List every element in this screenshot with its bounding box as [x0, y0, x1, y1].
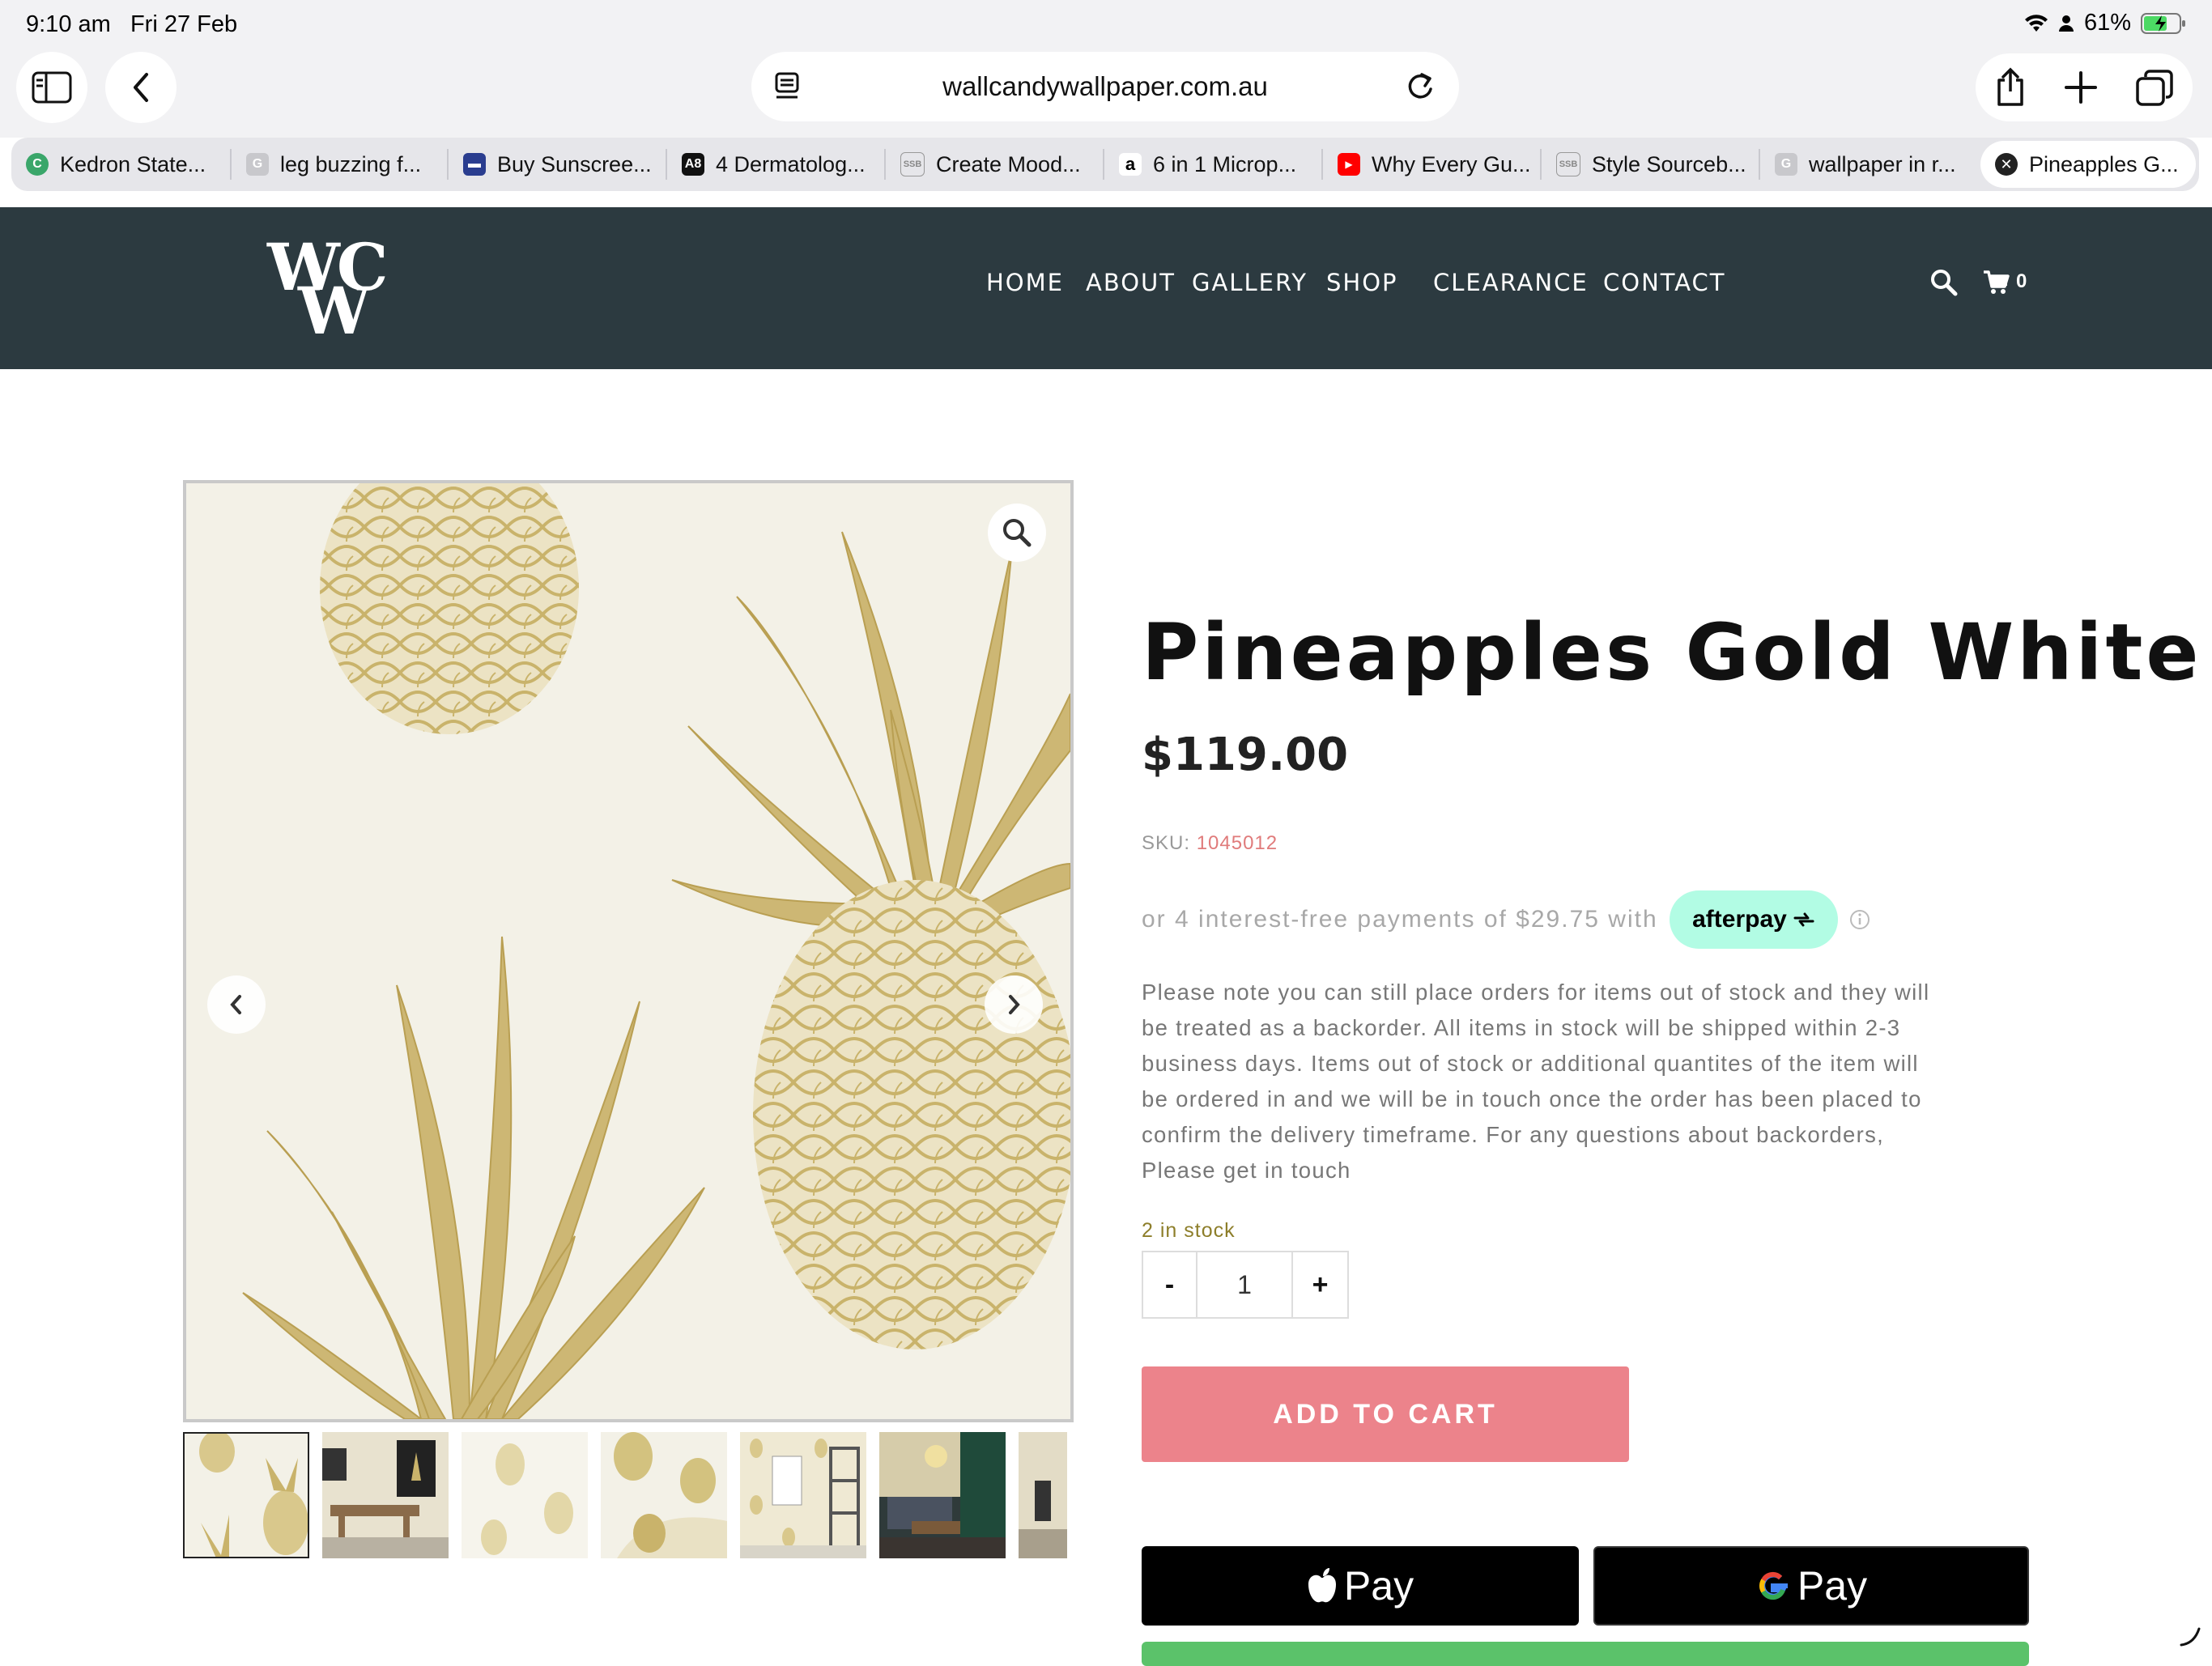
gallery-thumbnail[interactable]: [879, 1432, 1006, 1558]
gallery-thumbnail[interactable]: [322, 1432, 449, 1558]
cart-count: 0: [2016, 270, 2027, 292]
nav-about[interactable]: ABOUT: [1086, 269, 1176, 296]
cart-icon[interactable]: [1982, 269, 2010, 296]
url-text[interactable]: wallcandywallpaper.com.au: [751, 52, 1459, 121]
google-g-icon: [1759, 1571, 1788, 1600]
chevron-left-icon: [230, 995, 241, 1014]
quantity-increase-button[interactable]: +: [1293, 1252, 1347, 1317]
tab-item[interactable]: C Kedron State...: [11, 141, 230, 188]
afterpay-row: or 4 interest-free payments of $29.75 wi…: [1142, 890, 1870, 949]
status-bar: 9:10 am Fri 27 Feb 61%: [0, 0, 2212, 50]
status-time: 9:10 am Fri 27 Feb: [26, 11, 238, 37]
nav-contact[interactable]: CONTACT: [1603, 269, 1726, 296]
zoom-button[interactable]: [988, 504, 1046, 562]
nav-shop[interactable]: SHOP: [1326, 269, 1398, 296]
ssb-favicon-icon: SSB: [900, 152, 925, 176]
nav-clearance[interactable]: CLEARANCE: [1433, 269, 1589, 296]
address-bar[interactable]: wallcandywallpaper.com.au: [751, 52, 1459, 121]
tab-item[interactable]: SSB Style Sourceb...: [1542, 141, 1759, 188]
gallery-prev-button[interactable]: [207, 975, 266, 1034]
status-icons: 61%: [2024, 10, 2186, 36]
tab-overview-icon[interactable]: [2135, 69, 2174, 106]
a8-favicon-icon: A8: [682, 153, 704, 176]
nav-gallery[interactable]: GALLERY: [1192, 269, 1308, 296]
gallery-thumbnail[interactable]: [740, 1432, 866, 1558]
tab-item[interactable]: SSB Create Mood...: [886, 141, 1103, 188]
battery-percent: 61%: [2083, 10, 2131, 36]
chevron-left-icon: [134, 73, 148, 102]
afterpay-arrows-icon: [1793, 912, 1814, 927]
nav-home[interactable]: HOME: [986, 269, 1064, 296]
share-icon[interactable]: [1994, 67, 2027, 108]
more-payment-button[interactable]: [1142, 1642, 2029, 1666]
new-tab-icon[interactable]: [2064, 70, 2098, 104]
google-favicon-icon: G: [1775, 153, 1797, 176]
scroll-indicator-icon: [2180, 1627, 2201, 1647]
gallery-thumbnail[interactable]: [601, 1432, 727, 1558]
magnifier-icon: [1003, 519, 1032, 547]
sidebar-icon: [32, 71, 72, 104]
google-pay-button[interactable]: Pay: [1593, 1546, 2029, 1626]
tab-item[interactable]: A8 4 Dermatolog...: [667, 141, 884, 188]
battery-charging-icon: [2141, 12, 2185, 34]
youtube-favicon-icon: ▶: [1338, 153, 1360, 176]
stock-status: 2 in stock: [1142, 1219, 1236, 1242]
wifi-icon: [2024, 14, 2048, 32]
tab-item[interactable]: Gleg buzzing f...: [232, 141, 447, 188]
back-button[interactable]: [105, 52, 177, 123]
backorder-notice: Please note you can still place orders f…: [1142, 980, 1930, 1183]
afterpay-logo[interactable]: afterpay: [1669, 890, 1838, 949]
tab-item[interactable]: Gwallpaper in r...: [1760, 141, 1977, 188]
product-price: $119.00: [1142, 729, 1349, 781]
info-icon[interactable]: [1849, 909, 1870, 930]
store-favicon-icon: ▬: [463, 153, 486, 176]
reload-icon[interactable]: [1404, 70, 1436, 104]
quantity-input[interactable]: 1: [1197, 1252, 1294, 1317]
gallery-next-button[interactable]: [985, 975, 1043, 1034]
chevron-right-icon: [1009, 995, 1020, 1014]
gallery-thumbnail[interactable]: [183, 1432, 309, 1558]
toolbar-actions: [1976, 53, 2193, 121]
product-main-image[interactable]: [183, 480, 1074, 1422]
tab-bar: C Kedron State... Gleg buzzing f... ▬ Buy …: [11, 138, 2199, 191]
google-favicon-icon: G: [246, 153, 269, 176]
ssb-favicon-icon: SSB: [1556, 152, 1580, 176]
quantity-stepper: - 1 +: [1142, 1251, 1349, 1319]
site-logo[interactable]: WC W: [267, 235, 397, 343]
quantity-decrease-button[interactable]: -: [1143, 1252, 1197, 1317]
pineapple-pattern-image: [242, 483, 1070, 1419]
search-icon[interactable]: [1930, 269, 1958, 296]
product-title: Pineapples Gold White: [1142, 607, 2202, 698]
tab-item[interactable]: ▬ Buy Sunscree...: [449, 141, 666, 188]
gallery-thumbnail[interactable]: [462, 1432, 588, 1558]
close-icon[interactable]: ✕: [1995, 153, 2018, 176]
person-icon: [2058, 15, 2074, 32]
tab-item-active[interactable]: ✕ Pineapples G...: [1980, 141, 2196, 188]
tab-item[interactable]: ▶ Why Every Gu...: [1323, 141, 1540, 188]
green-c-favicon-icon: C: [26, 153, 49, 176]
sidebar-toggle-button[interactable]: [16, 52, 87, 123]
product-sku: SKU: 1045012: [1142, 832, 1278, 854]
apple-logo-icon: [1308, 1568, 1336, 1603]
tab-item[interactable]: a6 in 1 Microp...: [1104, 141, 1321, 188]
apple-pay-button[interactable]: Pay: [1142, 1546, 1579, 1626]
add-to-cart-button[interactable]: ADD TO CART: [1142, 1366, 1629, 1462]
gallery-thumbnail[interactable]: [1019, 1432, 1067, 1558]
amazon-favicon-icon: a: [1119, 153, 1142, 176]
